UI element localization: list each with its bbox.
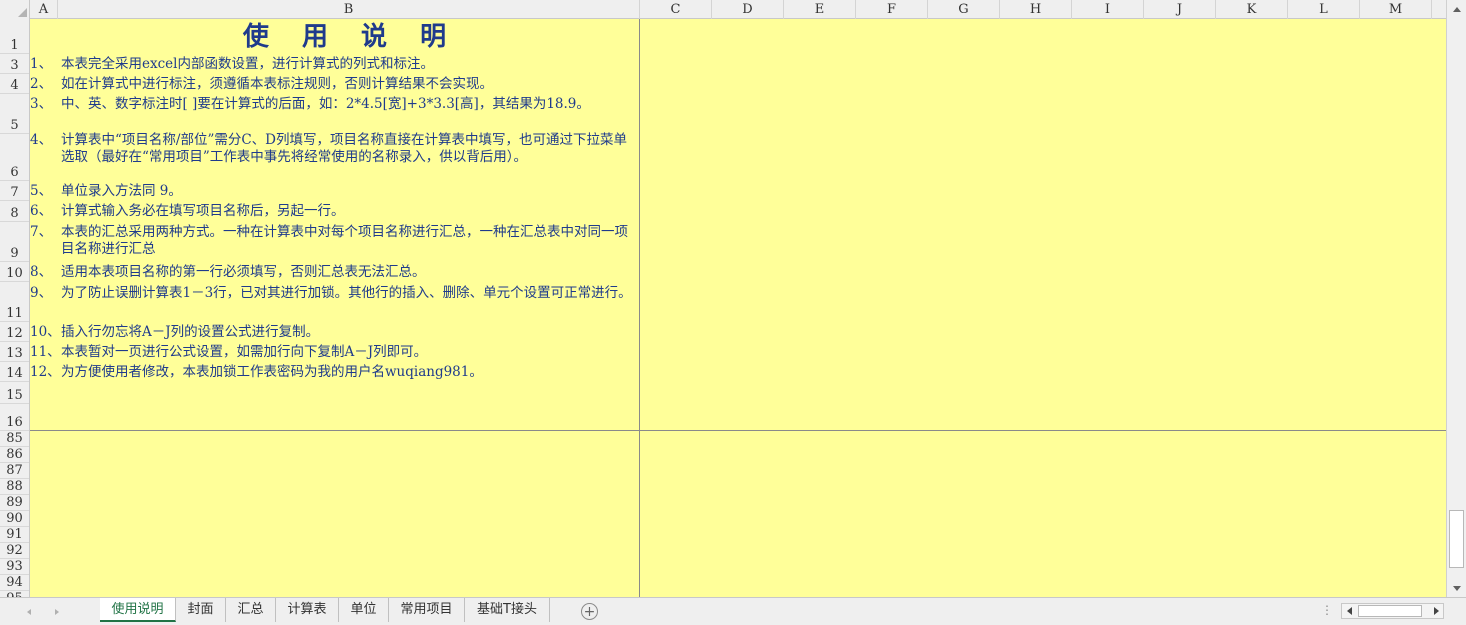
row-header-1[interactable]: 1 — [0, 19, 29, 54]
row-header-8[interactable]: 8 — [0, 201, 29, 222]
column-header-m[interactable]: M — [1360, 0, 1432, 19]
item-number: 11、 — [30, 344, 61, 360]
column-header-j[interactable]: J — [1144, 0, 1216, 19]
tab-summary[interactable]: 汇总 — [226, 598, 276, 622]
column-header-d[interactable]: D — [712, 0, 784, 19]
row-header-88[interactable]: 88 — [0, 479, 29, 495]
item-text: 计算式输入务必在填写项目名称后，另起一行。 — [61, 203, 345, 219]
select-all-corner[interactable] — [0, 0, 30, 19]
tab-usage-instructions[interactable]: 使用说明 — [100, 598, 176, 622]
item-number: 6、 — [30, 203, 53, 219]
row-header: 1 3 4 5 6 7 8 9 10 11 12 13 14 15 16 85 … — [0, 19, 30, 597]
sheet-tab-bar: 使用说明 封面 汇总 计算表 单位 常用项目 基础T接头 + ⋮ — [0, 597, 1466, 625]
row-header-92[interactable]: 92 — [0, 543, 29, 559]
scroll-down-button[interactable] — [1447, 579, 1466, 597]
item-number: 8、 — [30, 264, 53, 280]
item-text: 本表完全采用excel内部函数设置，进行计算式的列式和标注。 — [61, 56, 434, 72]
scroll-up-button[interactable] — [1447, 0, 1466, 18]
row-header-3[interactable]: 3 — [0, 54, 29, 74]
tab-base-t-joint[interactable]: 基础T接头 — [465, 598, 550, 622]
spreadsheet-window: A B C D E F G H I J K L M 1 3 4 5 6 7 8 … — [0, 0, 1466, 625]
row-header-16[interactable]: 16 — [0, 404, 29, 431]
item-text: 中、英、数字标注时[ ]要在计算式的后面，如：2*4.5[宽]+3*3.3[高]… — [61, 96, 590, 112]
item-text: 插入行勿忘将A－J列的设置公式进行复制。 — [61, 324, 320, 340]
row-header-94[interactable]: 94 — [0, 575, 29, 591]
cell-grid[interactable]: 使 用 说 明 1、 本表完全采用excel内部函数设置，进行计算式的列式和标注… — [30, 19, 1446, 597]
item-number: 2、 — [30, 76, 53, 92]
item-text: 本表暂对一页进行公式设置，如需加行向下复制A－J列即可。 — [61, 344, 428, 360]
item-text: 本表的汇总采用两种方式。一种在计算表中对每个项目名称进行汇总，一种在汇总表中对同… — [61, 224, 628, 257]
item-number: 12、 — [30, 364, 61, 380]
column-header-c[interactable]: C — [640, 0, 712, 19]
item-number: 5、 — [30, 183, 53, 199]
column-header-a[interactable]: A — [30, 0, 58, 19]
scroll-right-button[interactable] — [1429, 604, 1443, 618]
column-divider — [639, 19, 640, 597]
arrow-left-icon — [27, 609, 31, 615]
column-header-f[interactable]: F — [856, 0, 928, 19]
arrow-right-icon — [55, 609, 59, 615]
tab-calculation[interactable]: 计算表 — [276, 598, 339, 622]
vertical-scroll-thumb[interactable] — [1449, 510, 1464, 568]
next-sheet-button[interactable] — [50, 605, 64, 619]
column-header: A B C D E F G H I J K L M — [0, 0, 1446, 19]
row-header-91[interactable]: 91 — [0, 527, 29, 543]
tab-common-items[interactable]: 常用项目 — [389, 598, 465, 622]
item-number: 3、 — [30, 96, 53, 112]
arrow-down-icon — [1452, 585, 1461, 591]
column-header-l[interactable]: L — [1288, 0, 1360, 19]
row-header-13[interactable]: 13 — [0, 342, 29, 362]
row-header-85[interactable]: 85 — [0, 431, 29, 447]
column-header-g[interactable]: G — [928, 0, 1000, 19]
row-header-6[interactable]: 6 — [0, 134, 29, 181]
tab-unit[interactable]: 单位 — [339, 598, 389, 622]
column-header-b[interactable]: B — [58, 0, 640, 19]
horizontal-scroll-thumb[interactable] — [1358, 605, 1422, 617]
horizontal-scrollbar[interactable] — [1341, 603, 1444, 619]
more-options-icon[interactable]: ⋮ — [1321, 603, 1333, 617]
column-header-i[interactable]: I — [1072, 0, 1144, 19]
row-header-12[interactable]: 12 — [0, 322, 29, 342]
vertical-scrollbar[interactable] — [1446, 0, 1466, 597]
row-header-5[interactable]: 5 — [0, 94, 29, 134]
item-text: 适用本表项目名称的第一行必须填写，否则汇总表无法汇总。 — [61, 264, 426, 280]
item-text: 如在计算式中进行标注，须遵循本表标注规则，否则计算结果不会实现。 — [61, 76, 493, 92]
row-header-9[interactable]: 9 — [0, 222, 29, 262]
arrow-up-icon — [1452, 6, 1461, 12]
add-sheet-icon[interactable]: + — [581, 603, 598, 620]
scroll-left-button[interactable] — [1342, 604, 1356, 618]
row-header-87[interactable]: 87 — [0, 463, 29, 479]
arrow-left-icon — [1346, 607, 1352, 615]
arrow-right-icon — [1433, 607, 1439, 615]
row-header-90[interactable]: 90 — [0, 511, 29, 527]
row-header-4[interactable]: 4 — [0, 74, 29, 94]
row-header-11[interactable]: 11 — [0, 282, 29, 322]
row-header-86[interactable]: 86 — [0, 447, 29, 463]
tab-cover[interactable]: 封面 — [176, 598, 226, 622]
item-text: 为了防止误删计算表1－3行，已对其进行加锁。其他行的插入、删除、单元个设置可正常… — [61, 285, 632, 301]
item-number: 9、 — [30, 285, 53, 301]
row-header-89[interactable]: 89 — [0, 495, 29, 511]
item-number: 1、 — [30, 56, 53, 72]
prev-sheet-button[interactable] — [22, 605, 36, 619]
column-header-e[interactable]: E — [784, 0, 856, 19]
item-number: 4、 — [30, 132, 53, 148]
row-header-15[interactable]: 15 — [0, 382, 29, 404]
item-number: 10、 — [30, 324, 61, 340]
item-text: 单位录入方法同 9。 — [61, 183, 182, 199]
item-text: 计算表中“项目名称/部位”需分C、D列填写，项目名称直接在计算表中填写，也可通过… — [61, 132, 628, 165]
item-text: 为方便使用者修改，本表加锁工作表密码为我的用户名wuqiang981。 — [61, 364, 483, 380]
column-header-k[interactable]: K — [1216, 0, 1288, 19]
item-number: 7、 — [30, 224, 53, 240]
row-header-10[interactable]: 10 — [0, 262, 29, 282]
row-header-14[interactable]: 14 — [0, 362, 29, 382]
column-header-h[interactable]: H — [1000, 0, 1072, 19]
row-header-7[interactable]: 7 — [0, 181, 29, 201]
freeze-pane-divider — [30, 430, 1446, 431]
sheet-title: 使 用 说 明 — [242, 22, 459, 52]
row-header-93[interactable]: 93 — [0, 559, 29, 575]
corner-triangle-icon — [18, 8, 27, 17]
